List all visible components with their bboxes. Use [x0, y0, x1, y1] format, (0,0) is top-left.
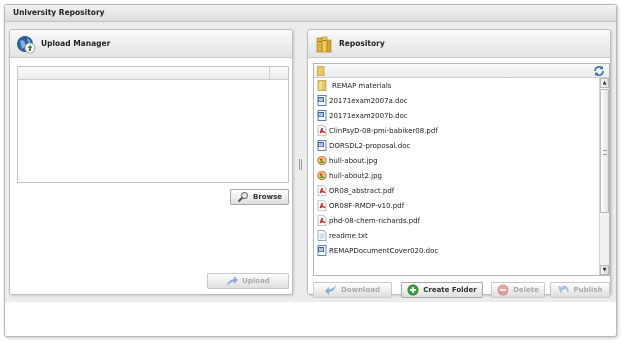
folder-up-icon[interactable] [317, 66, 325, 76]
app-title: University Repository [5, 5, 616, 22]
file-row[interactable]: W DORSDL2-proposal.doc [314, 138, 600, 153]
upload-label: Upload [242, 277, 270, 285]
folder-row[interactable]: REMAP materials [314, 78, 600, 93]
file-rows: REMAP materials W 20171exam2007a.doc W 20171… [314, 78, 600, 258]
delete-label: Delete [513, 286, 539, 294]
download-arrow-icon [324, 285, 336, 295]
folder-icon [317, 80, 327, 91]
download-label: Download [340, 286, 380, 294]
repository-panel: Repository REMAP materials W 20171exam2007… [307, 29, 611, 298]
upload-manager-header: Upload Manager [10, 30, 292, 58]
file-row[interactable]: OR08F-RMDP-v10.pdf [314, 198, 600, 213]
repository-header: Repository [308, 30, 610, 58]
create-folder-button[interactable]: Create Folder [401, 282, 483, 298]
magnifier-icon [237, 192, 248, 203]
upload-manager-panel: Upload Manager Browse Upload [9, 29, 293, 295]
add-circle-icon [407, 284, 419, 296]
file-row[interactable]: phd-08-chem-richards.pdf [314, 213, 600, 228]
text-file-icon [317, 230, 327, 241]
file-name: ClinPsyD-08-pmi-babiker08.pdf [329, 126, 438, 135]
scroll-grip [603, 150, 607, 155]
word-doc-icon: W [317, 95, 327, 106]
repository-books-icon [316, 36, 332, 52]
word-doc-icon: W [317, 140, 327, 151]
file-row[interactable]: OR08_abstract.pdf [314, 183, 600, 198]
file-name: 20171exam2007b.doc [329, 111, 408, 120]
svg-text:W: W [319, 247, 324, 252]
file-name: hull-about.jpg [329, 156, 378, 165]
browse-button[interactable]: Browse [230, 189, 289, 205]
scroll-thumb[interactable] [600, 89, 609, 213]
scroll-up-arrow[interactable]: ▲ [600, 78, 609, 88]
repository-file-list[interactable]: REMAP materials W 20171exam2007a.doc W 20171… [313, 63, 610, 276]
svg-text:W: W [319, 97, 324, 102]
file-name: OR08F-RMDP-v10.pdf [329, 201, 405, 210]
repository-title: Repository [339, 39, 385, 48]
grid-column-divider [269, 67, 270, 80]
file-name: REMAP materials [332, 81, 392, 90]
word-doc-icon: W [317, 110, 327, 121]
file-row[interactable]: hull-about2.jpg [314, 168, 600, 183]
delete-button[interactable]: Delete [491, 282, 545, 298]
svg-text:W: W [319, 142, 324, 147]
publish-label: Publish [573, 286, 603, 294]
file-row[interactable]: ClinPsyD-08-pmi-babiker08.pdf [314, 123, 600, 138]
file-name: phd-08-chem-richards.pdf [329, 216, 421, 225]
scroll-down-arrow[interactable]: ▼ [600, 265, 609, 275]
app-window: University Repository Upload Manager Bro… [4, 4, 617, 337]
upload-manager-title: Upload Manager [41, 39, 111, 48]
create-folder-label: Create Folder [423, 286, 477, 294]
publish-button[interactable]: Publish [550, 282, 610, 298]
file-list-scrollbar[interactable]: ▲ ▼ [599, 78, 609, 275]
word-doc-icon: W [317, 245, 327, 256]
file-name: hull-about2.jpg [329, 171, 382, 180]
pdf-file-icon [317, 185, 327, 196]
workspace: Upload Manager Browse Upload Repository … [5, 22, 616, 302]
globe-upload-icon [17, 35, 36, 53]
refresh-icon[interactable] [593, 65, 605, 77]
file-name: DORSDL2-proposal.doc [329, 141, 411, 150]
file-row[interactable]: W 20171exam2007b.doc [314, 108, 600, 123]
publish-icon [558, 285, 570, 294]
file-row[interactable]: hull-about.jpg [314, 153, 600, 168]
browse-label: Browse [253, 193, 282, 201]
file-row[interactable]: readme.txt [314, 228, 600, 243]
upload-button[interactable]: Upload [207, 273, 289, 289]
pdf-file-icon [317, 215, 327, 226]
file-list-header [314, 64, 609, 78]
svg-text:W: W [319, 112, 324, 117]
panel-splitter-handle[interactable] [299, 159, 302, 170]
download-button[interactable]: Download [313, 282, 392, 298]
file-name: readme.txt [329, 231, 368, 240]
file-row[interactable]: W 20171exam2007a.doc [314, 93, 600, 108]
pdf-file-icon [317, 200, 327, 211]
file-name: OR08_abstract.pdf [329, 186, 395, 195]
file-name: REMAPDocumentCover020.doc [329, 246, 439, 255]
upload-queue-grid[interactable] [17, 66, 289, 183]
delete-circle-icon [497, 284, 509, 296]
image-file-icon [317, 170, 327, 181]
file-row[interactable]: W REMAPDocumentCover020.doc [314, 243, 600, 258]
upload-grid-header [18, 67, 288, 80]
image-file-icon [317, 155, 327, 166]
file-name: 20171exam2007a.doc [329, 96, 408, 105]
upload-arrow-icon [227, 276, 239, 286]
pdf-file-icon [317, 125, 327, 136]
